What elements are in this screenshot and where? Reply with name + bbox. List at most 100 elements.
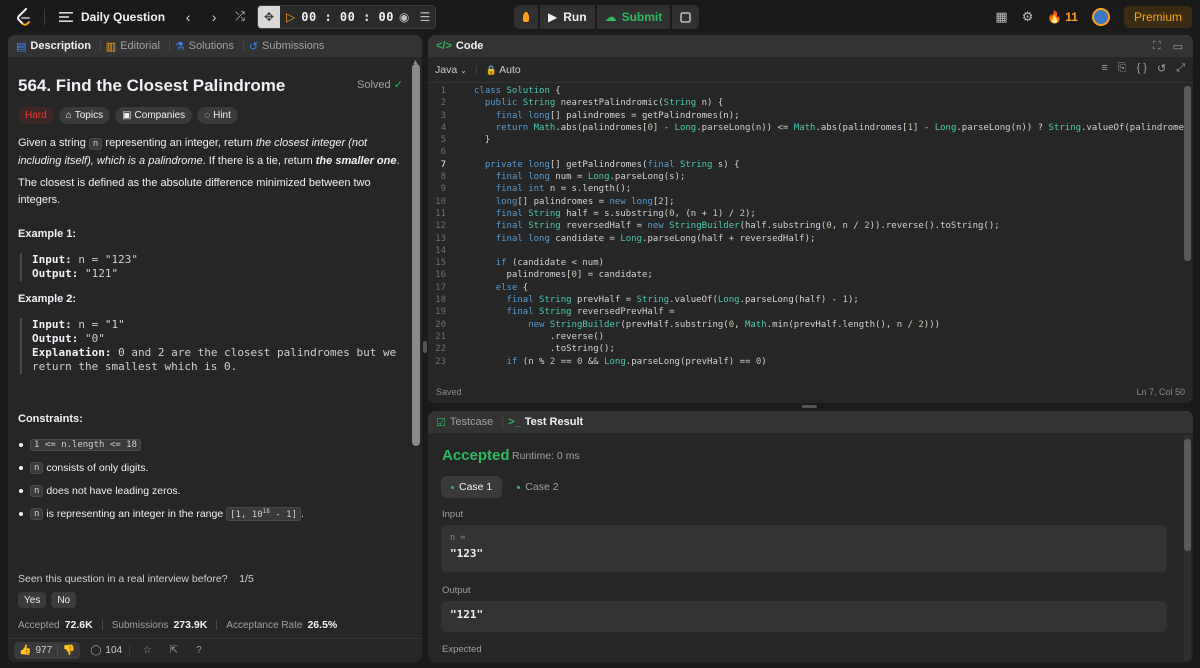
- code-text: final long[] palindromes = getPalindrome…: [495, 110, 740, 121]
- line-number: 20: [435, 319, 446, 330]
- settings-gear-icon[interactable]: ⚙: [1022, 9, 1034, 25]
- tab-code[interactable]: </> Code: [436, 40, 483, 52]
- horizontal-resize-handle[interactable]: [802, 405, 817, 408]
- tab-case-1[interactable]: Case 1: [441, 476, 503, 498]
- share-icon[interactable]: ⇱: [170, 645, 178, 656]
- tab-editorial[interactable]: ▥ Editorial: [106, 40, 160, 53]
- reset-icon[interactable]: ↺: [1157, 62, 1166, 75]
- thumbs-down-icon[interactable]: 👎: [63, 645, 75, 656]
- next-problem-icon[interactable]: ›: [203, 5, 225, 29]
- tab-solutions[interactable]: ⚗ Solutions: [175, 40, 234, 53]
- auto-mode-toggle[interactable]: 🔒 Auto: [486, 64, 521, 76]
- input-label: Input:: [32, 253, 72, 266]
- output-value: "121": [78, 267, 119, 280]
- like-button[interactable]: 👍 977 | 👎: [14, 642, 81, 659]
- companies-chip[interactable]: ▣ Companies: [115, 107, 193, 124]
- line-number: 10: [435, 196, 446, 207]
- braces-icon[interactable]: { }: [1137, 62, 1147, 75]
- scrollbar-thumb[interactable]: [1184, 439, 1191, 551]
- code-line[interactable]: 6: [428, 146, 1185, 158]
- prev-problem-icon[interactable]: ‹: [177, 5, 199, 29]
- code-line[interactable]: 8 final long num = Long.parseLong(s);: [428, 171, 1185, 183]
- format-icon[interactable]: ≡: [1101, 62, 1107, 75]
- code-line[interactable]: 10 long[] palindromes = new long[2];: [428, 196, 1185, 208]
- output-value: "121": [450, 608, 484, 621]
- code-line[interactable]: 13 final long candidate = Long.parseLong…: [428, 233, 1185, 245]
- code-text: final String half = s.substring(0, (n + …: [495, 208, 756, 219]
- line-number: 17: [435, 282, 446, 293]
- streak-counter[interactable]: 🔥 11: [1047, 10, 1078, 24]
- solved-label: Solved: [357, 79, 391, 91]
- tab-submissions[interactable]: ↺ Submissions: [249, 40, 325, 53]
- code-line[interactable]: 18 final String prevHalf = String.valueO…: [428, 294, 1185, 306]
- star-icon[interactable]: ☆: [143, 645, 152, 656]
- leetcode-logo-icon[interactable]: [14, 7, 34, 27]
- maximize-icon[interactable]: ⛶: [1153, 40, 1161, 53]
- submit-label: Submit: [621, 10, 663, 24]
- code-line[interactable]: 4 return Math.abs(palindromes[0] - Long.…: [428, 122, 1185, 134]
- code-line[interactable]: 12 final String reversedHalf = new Strin…: [428, 220, 1185, 232]
- user-avatar[interactable]: [1091, 8, 1110, 26]
- code-line[interactable]: 3 final long[] palindromes = getPalindro…: [428, 110, 1185, 122]
- code-line[interactable]: 14: [428, 245, 1185, 257]
- code-line[interactable]: 19 final String reversedPrevHalf =: [428, 306, 1185, 318]
- timer-play-icon[interactable]: ▷: [286, 10, 295, 24]
- no-button[interactable]: No: [51, 592, 77, 608]
- code-line[interactable]: 2 public String nearestPalindromic(Strin…: [428, 97, 1185, 109]
- problem-title[interactable]: 564. Find the Closest Palindrome: [18, 76, 285, 96]
- fullscreen-icon[interactable]: ⤢: [1176, 62, 1185, 75]
- comment-count: 104: [105, 645, 123, 656]
- test-scrollbar[interactable]: [1184, 435, 1191, 661]
- code-line[interactable]: 16 palindromes[0] = candidate;: [428, 269, 1185, 281]
- pill-divider: |: [56, 645, 59, 656]
- yes-button[interactable]: Yes: [18, 592, 47, 608]
- daily-question-title[interactable]: Daily Question: [81, 10, 165, 24]
- code-line[interactable]: 15 if (candidate < num): [428, 257, 1185, 269]
- shuffle-icon[interactable]: ⤮: [229, 5, 251, 29]
- runtime: Runtime: 0 ms: [512, 450, 580, 462]
- code-line[interactable]: 7 private long[] getPalindromes(final St…: [428, 159, 1185, 171]
- run-button[interactable]: ▶ Run: [540, 5, 595, 29]
- code-editor[interactable]: 1 class Solution {2 public String nearest…: [428, 85, 1185, 403]
- bookmark-icon[interactable]: ⎘: [1118, 62, 1127, 75]
- expected-section-label: Expected: [442, 644, 482, 655]
- panel-menu-icon[interactable]: ▭: [1173, 40, 1183, 53]
- tab-testcase[interactable]: ☑ Testcase: [436, 416, 493, 429]
- debug-icon[interactable]: [514, 5, 538, 29]
- code-line[interactable]: 11 final String half = s.substring(0, (n…: [428, 208, 1185, 220]
- code-line[interactable]: 9 final int n = s.length();: [428, 183, 1185, 195]
- eye-icon[interactable]: ◉: [399, 10, 409, 24]
- submit-button[interactable]: ☁ Submit: [596, 5, 671, 29]
- scrollbar-thumb[interactable]: [412, 64, 420, 446]
- problem-note: The closest is defined as the absolute d…: [18, 177, 371, 206]
- help-icon[interactable]: ?: [196, 645, 202, 656]
- problem-chips: Hard ⌂ Topics ▣ Companies ◌ Hint: [18, 107, 238, 124]
- hint-chip[interactable]: ◌ Hint: [197, 107, 238, 124]
- description-scrollbar[interactable]: ▲ ▼: [412, 59, 420, 662]
- code-scrollbar[interactable]: [1184, 86, 1191, 261]
- output-section-label: Output: [442, 585, 471, 596]
- code-line[interactable]: 20 new StringBuilder(prevHalf.substring(…: [428, 319, 1185, 331]
- code-line[interactable]: 5 }: [428, 134, 1185, 146]
- language-select[interactable]: Java ⌄: [435, 64, 467, 76]
- problem-list-icon[interactable]: [55, 5, 77, 29]
- vertical-resize-handle[interactable]: [423, 341, 427, 353]
- notes-icon[interactable]: [672, 5, 700, 29]
- comment-button[interactable]: ◯ 104: [90, 645, 122, 656]
- premium-button[interactable]: Premium: [1123, 6, 1192, 28]
- tab-description[interactable]: ▤ Description: [16, 40, 91, 53]
- topics-chip[interactable]: ⌂ Topics: [58, 107, 111, 124]
- tab-case-2[interactable]: Case 2: [507, 476, 568, 498]
- interview-question: Seen this question in a real interview b…: [18, 573, 254, 585]
- layout-icon[interactable]: ▦: [995, 9, 1007, 25]
- timer-settings-icon[interactable]: ☰: [419, 10, 430, 24]
- fire-icon: 🔥: [1047, 10, 1063, 24]
- line-number: 9: [440, 184, 446, 195]
- drag-handle-icon[interactable]: ✥: [258, 5, 281, 28]
- code-line[interactable]: 21 .reverse(): [428, 331, 1185, 343]
- code-line[interactable]: 1 class Solution {: [428, 85, 1185, 97]
- code-line[interactable]: 17 else {: [428, 282, 1185, 294]
- tab-test-result[interactable]: >_ Test Result: [508, 416, 583, 428]
- code-line[interactable]: 23 if (n % 2 == 0 && Long.parseLong(prev…: [428, 356, 1185, 368]
- code-line[interactable]: 22 .toString();: [428, 343, 1185, 355]
